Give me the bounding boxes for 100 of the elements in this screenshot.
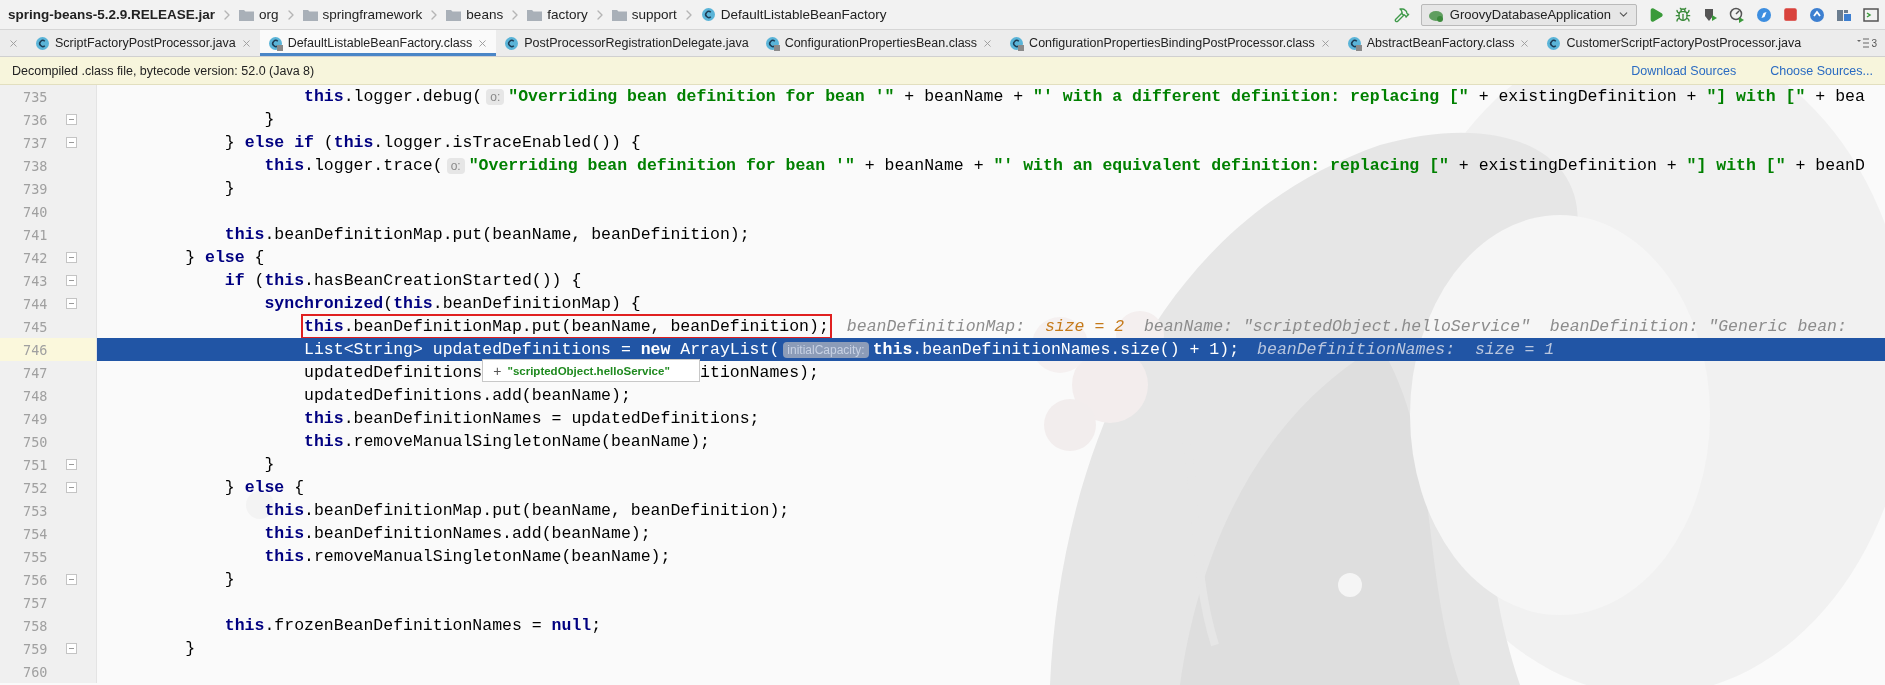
line-number: 754 [22, 525, 48, 542]
close-icon[interactable] [8, 37, 19, 49]
fold-icon[interactable] [66, 459, 78, 470]
notice-link[interactable]: Download Sources [1631, 63, 1737, 78]
editor-tab[interactable]: CustomerScriptFactoryPostProcessor.java [1538, 30, 1810, 56]
fold-icon[interactable] [66, 574, 78, 585]
debug-values: beanDefinitionNames: size = 1 [1257, 340, 1555, 359]
close-icon[interactable] [240, 37, 252, 49]
editor-tab[interactable]: ScriptFactoryPostProcessor.java [27, 30, 260, 56]
breadcrumb-item[interactable]: beans [466, 7, 504, 22]
value-tooltip: + "scriptedObject.helloService" [482, 359, 701, 382]
code-text: this.beanDefinitionMap.put(beanName, beanDefinition); [264, 501, 790, 520]
code-text: updatedDefinitions.add(beanName); [304, 386, 631, 405]
breadcrumb-item[interactable]: springframework [322, 7, 423, 22]
line-number: 738 [22, 157, 48, 174]
line-number: 749 [22, 410, 48, 427]
breadcrumb-item[interactable]: support [631, 7, 677, 22]
close-icon[interactable] [1519, 37, 1531, 49]
line-number: 735 [22, 88, 48, 105]
code-text: synchronized(this.beanDefinitionMap) { [264, 294, 641, 313]
editor-tab[interactable]: ConfigurationPropertiesBean.class [756, 30, 1002, 56]
breadcrumb-item[interactable]: factory [547, 7, 588, 22]
notice-link[interactable]: Choose Sources... [1770, 63, 1873, 78]
folder-icon [302, 8, 318, 21]
close-icon[interactable] [1319, 37, 1331, 49]
line-number: 740 [22, 203, 48, 220]
code-text: this.beanDefinitionNames.add(beanName); [264, 524, 651, 543]
editor-tab[interactable]: PostProcessorRegistrationDelegate.java [496, 30, 757, 56]
line-number: 741 [22, 226, 48, 243]
folder-icon [239, 8, 255, 21]
code-text: if (this.hasBeanCreationStarted()) { [224, 271, 582, 290]
fold-icon[interactable] [66, 275, 78, 286]
editor-tab[interactable]: AbstractBeanFactory.class [1338, 30, 1539, 56]
bug-icon[interactable] [1675, 6, 1691, 23]
line-number: 757 [22, 594, 48, 611]
compiled-class-icon [267, 35, 283, 51]
folder-icon [611, 8, 627, 21]
fold-icon[interactable] [66, 252, 78, 263]
editor-tab[interactable]: ConfigurationPropertiesBindingPostProcessor.class [1001, 30, 1339, 56]
update-icon[interactable] [1809, 6, 1825, 23]
fold-icon[interactable] [66, 482, 78, 493]
code-text: } else if (this.logger.isTraceEnabled()) { [224, 133, 641, 152]
notice-text: Decompiled .class file, bytecode version: 52.0 (Java 8) [12, 63, 316, 78]
line-number: 759 [22, 640, 48, 657]
code-text: this.removeManualSingletonName(beanName); [304, 432, 710, 451]
code-text: this.beanDefinitionNames = updatedDefinitions; [304, 409, 760, 428]
gauge-icon[interactable] [1729, 6, 1745, 23]
line-number: 758 [22, 617, 48, 634]
code-text: "Overriding bean definition for bean '" + beanName + "' with an equivalent definition: replacing [" + existingDefinition + "] with [" + beanD [468, 156, 1865, 175]
code-text: this.logger.trace( [264, 156, 443, 175]
editor-tab[interactable]: DefaultListableBeanFactory.class [259, 30, 497, 56]
code-text: updatedDefinitions [304, 363, 483, 382]
compass-icon[interactable] [1756, 6, 1772, 23]
list-icon [1857, 38, 1870, 48]
line-number: 750 [22, 433, 48, 450]
hammer-icon[interactable] [1393, 6, 1410, 23]
run-configuration-dropdown[interactable]: GroovyDatabaseApplication [1420, 3, 1637, 26]
compiled-class-icon [1009, 35, 1025, 51]
class-icon [1546, 35, 1562, 51]
line-number: 744 [22, 295, 48, 312]
line-number: 739 [22, 180, 48, 197]
line-number: 756 [22, 571, 48, 588]
code-text: itionNames); [700, 363, 819, 382]
code-text: "Overriding bean definition for bean '" + beanName + "' with a different definition: replacing [" + existingDefinition + "] with [" + bea [508, 87, 1865, 106]
code-text: } else { [224, 478, 305, 497]
class-icon [504, 35, 520, 51]
line-number: 747 [22, 364, 48, 381]
code-text: } [185, 639, 196, 658]
code-text: } [264, 110, 275, 129]
code-text: } [224, 570, 235, 589]
code-text: this.beanDefinitionMap.put(beanName, beanDefinition); [224, 225, 750, 244]
line-number: 736 [22, 111, 48, 128]
code-text: } [224, 179, 235, 198]
window-icon[interactable] [1863, 6, 1879, 23]
close-icon[interactable] [982, 37, 994, 49]
line-number: 748 [22, 387, 48, 404]
class-icon [700, 7, 716, 22]
framed-code: this.beanDefinitionMap.put(beanName, beanDefinition); [304, 317, 829, 336]
run-icon[interactable] [1648, 6, 1664, 23]
shield-icon[interactable] [1702, 6, 1718, 23]
line-number: 745 [22, 318, 48, 335]
class-icon [35, 35, 50, 51]
code-text: } [264, 455, 275, 474]
fold-icon[interactable] [66, 643, 78, 654]
stop-icon[interactable] [1783, 7, 1798, 22]
line-number: 760 [22, 663, 48, 680]
code-text: List<String> updatedDefinitions = new ArrayList( [304, 340, 780, 359]
compiled-class-icon [764, 35, 780, 51]
debug-values: beanDefinitionMap: size = 2 beanName: "scriptedObject.helloService" beanDefinition: "Generic bean: [846, 317, 1847, 336]
fold-icon[interactable] [66, 114, 78, 125]
archive-name[interactable]: spring-beans-5.2.9.RELEASE.jar [8, 7, 216, 22]
fold-icon[interactable] [66, 137, 78, 148]
breadcrumb-item[interactable]: org [259, 7, 279, 22]
tab-overflow-button[interactable]: 3 [1849, 30, 1885, 56]
close-icon[interactable] [477, 37, 489, 49]
line-number: 742 [22, 249, 48, 266]
breadcrumb-item[interactable]: DefaultListableBeanFactory [720, 7, 887, 22]
line-number: 746 [22, 341, 48, 358]
fold-icon[interactable] [66, 298, 78, 309]
line-number: 752 [22, 479, 48, 496]
